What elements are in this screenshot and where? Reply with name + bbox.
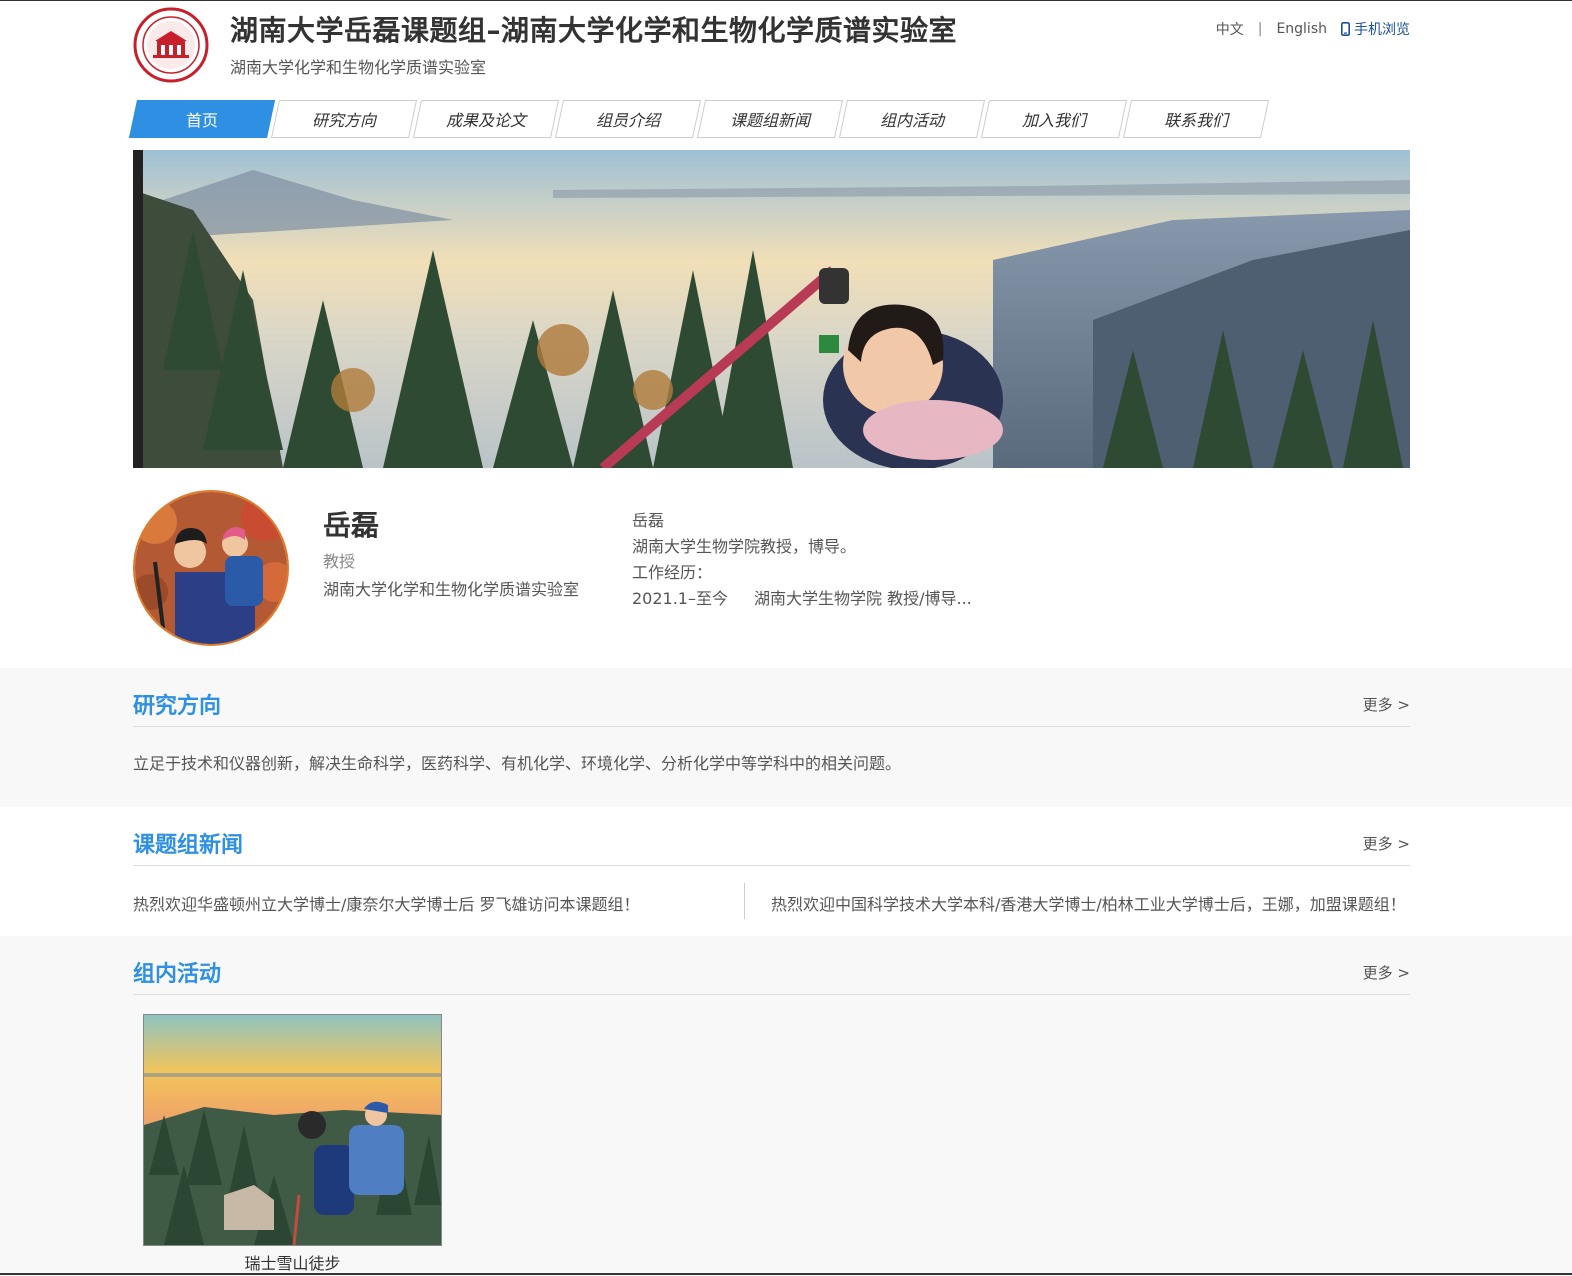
activity-card[interactable]: 瑞士雪山徒步 <box>143 1014 442 1274</box>
profile-lab: 湖南大学化学和生物化学质谱实验室 <box>323 580 580 599</box>
main-nav: 首页 研究方向 成果及论文 组员介绍 课题组新闻 组内活动 加入我们 联系我们 <box>128 100 1410 138</box>
nav-item-news[interactable]: 课题组新闻 <box>696 100 844 138</box>
language-switcher: 中文 | English 手机浏览 <box>1216 19 1410 39</box>
nav-label: 组内活动 <box>879 111 944 130</box>
lang-zh-link[interactable]: 中文 <box>1216 19 1244 39</box>
news-more-link[interactable]: 更多 > <box>1363 833 1410 854</box>
profile-section: 岳磊 教授 湖南大学化学和生物化学质谱实验室 岳磊 湖南大学生物学院教授，博导。… <box>133 488 1410 650</box>
nav-item-home[interactable]: 首页 <box>128 100 276 138</box>
mobile-view-label: 手机浏览 <box>1354 22 1410 38</box>
nav-item-join-us[interactable]: 加入我们 <box>980 100 1128 138</box>
banner-image <box>133 150 1410 468</box>
news-divider <box>744 883 745 919</box>
profile-title: 教授 <box>323 552 356 571</box>
research-more-link[interactable]: 更多 > <box>1363 694 1410 715</box>
intro-line: 工作经历： <box>632 563 713 582</box>
activities-section: 组内活动 更多 > 瑞士雪山徒步 <box>0 936 1572 1276</box>
intro-line: 2021.1–至今 湖南大学生物学院 教授/博导... <box>632 586 972 612</box>
activity-photo[interactable] <box>143 1014 442 1246</box>
intro-line: 湖南大学生物学院教授，博导。 <box>632 537 857 556</box>
news-item[interactable]: 热烈欢迎华盛顿州立大学博士/康奈尔大学博士后 罗飞雄访问本课题组！ <box>133 891 639 915</box>
nav-item-research[interactable]: 研究方向 <box>270 100 418 138</box>
nav-label: 联系我们 <box>1163 111 1228 130</box>
nav-label: 研究方向 <box>311 111 376 130</box>
activities-title[interactable]: 组内活动 <box>133 956 221 988</box>
research-section: 研究方向 更多 > 立足于技术和仪器创新，解决生命科学，医药科学、有机化学、环境… <box>0 668 1572 807</box>
site-title: 湖南大学岳磊课题组–湖南大学化学和生物化学质谱实验室 <box>230 14 958 47</box>
activity-caption: 瑞士雪山徒步 <box>244 1254 341 1273</box>
nav-label: 成果及论文 <box>445 111 526 130</box>
activities-header: 组内活动 更多 > <box>133 936 1410 995</box>
site-header: 湖南大学岳磊课题组–湖南大学化学和生物化学质谱实验室 湖南大学化学和生物化学质谱… <box>133 1 1410 97</box>
nav-label: 组员介绍 <box>595 111 660 130</box>
lang-en-link[interactable]: English <box>1276 21 1327 37</box>
news-section: 课题组新闻 更多 > 热烈欢迎华盛顿州立大学博士/康奈尔大学博士后 罗飞雄访问本… <box>0 807 1572 936</box>
intro-date: 2021.1–至今 <box>632 589 728 608</box>
nav-label: 首页 <box>185 111 218 130</box>
research-header: 研究方向 更多 > <box>133 668 1410 727</box>
university-logo[interactable] <box>133 7 209 83</box>
news-item[interactable]: 热烈欢迎中国科学技术大学本科/香港大学博士/柏林工业大学博士后，王娜，加盟课题组… <box>771 891 1406 915</box>
nav-item-activities[interactable]: 组内活动 <box>838 100 986 138</box>
profile-name: 岳磊 <box>323 509 380 542</box>
intro-position: 湖南大学生物学院 教授/博导... <box>754 589 972 608</box>
lang-separator: | <box>1257 21 1263 37</box>
nav-item-publications[interactable]: 成果及论文 <box>412 100 560 138</box>
nav-label: 课题组新闻 <box>729 111 810 130</box>
research-title[interactable]: 研究方向 <box>133 688 221 720</box>
profile-intro: 岳磊 湖南大学生物学院教授，博导。 工作经历： 2021.1–至今 湖南大学生物学… <box>632 508 972 612</box>
activities-more-link[interactable]: 更多 > <box>1363 962 1410 983</box>
intro-line: 岳磊 <box>632 511 665 530</box>
mobile-view-link[interactable]: 手机浏览 <box>1341 19 1410 39</box>
site-subtitle: 湖南大学化学和生物化学质谱实验室 <box>230 58 487 77</box>
nav-label: 加入我们 <box>1021 111 1086 130</box>
profile-avatar[interactable] <box>133 490 289 646</box>
nav-item-members[interactable]: 组员介绍 <box>554 100 702 138</box>
nav-item-contact[interactable]: 联系我们 <box>1122 100 1270 138</box>
research-text: 立足于技术和仪器创新，解决生命科学，医药科学、有机化学、环境化学、分析化学中等学… <box>133 754 902 773</box>
news-title[interactable]: 课题组新闻 <box>133 827 243 859</box>
news-header: 课题组新闻 更多 > <box>133 807 1410 866</box>
phone-icon <box>1341 22 1350 36</box>
